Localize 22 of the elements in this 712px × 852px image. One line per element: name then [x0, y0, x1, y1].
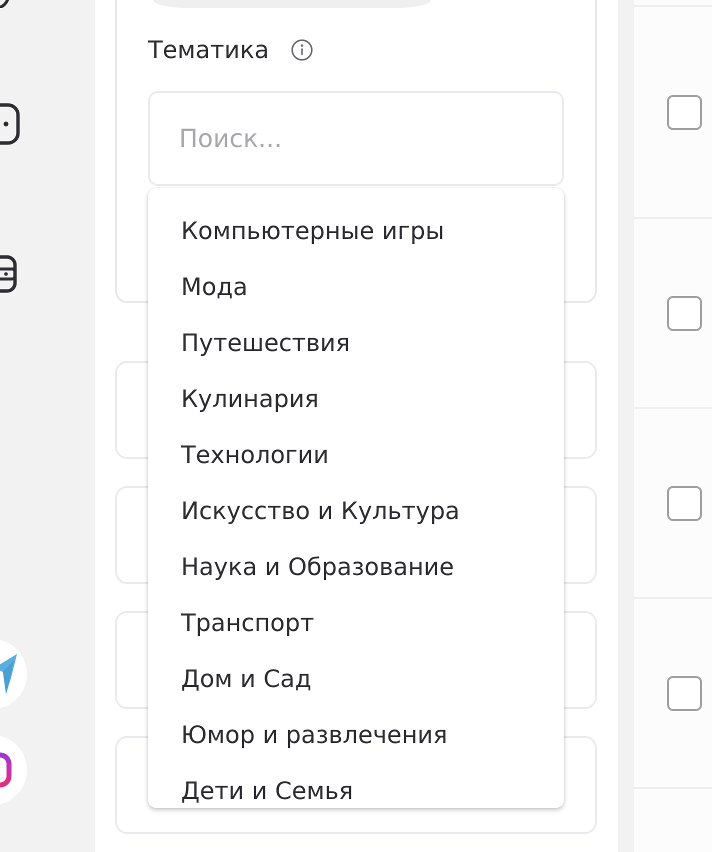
- curved-stroke-icon[interactable]: [0, 0, 9, 8]
- rounded-outline-icon[interactable]: [0, 734, 28, 806]
- dropdown-option[interactable]: Путешествия: [181, 328, 350, 358]
- checkbox[interactable]: [667, 486, 702, 520]
- dropdown-option[interactable]: Технологии: [181, 440, 329, 470]
- search-field[interactable]: Поиск...: [148, 91, 564, 186]
- dropdown-option[interactable]: Компьютерные игры: [181, 216, 444, 246]
- wallet-icon[interactable]: [0, 255, 17, 293]
- dropdown-option[interactable]: Искусство и Культура: [181, 496, 460, 526]
- dropdown-option[interactable]: Юмор и развлечения: [181, 720, 448, 750]
- checkbox[interactable]: [667, 676, 702, 710]
- dropdown-option[interactable]: Наука и Образование: [181, 552, 454, 582]
- paper-plane-icon[interactable]: [0, 638, 28, 710]
- checkbox[interactable]: [667, 296, 702, 330]
- dropdown-option[interactable]: Дети и Семья: [181, 776, 354, 806]
- dropdown-option[interactable]: Дом и Сад: [181, 664, 312, 694]
- field-label: Тематика: [148, 35, 270, 65]
- dropdown-option[interactable]: Мода: [181, 272, 248, 302]
- checkbox[interactable]: [667, 94, 702, 130]
- info-icon[interactable]: [291, 39, 314, 61]
- dropdown-option[interactable]: Кулинария: [181, 384, 319, 414]
- dropdown-option[interactable]: Транспорт: [181, 608, 314, 638]
